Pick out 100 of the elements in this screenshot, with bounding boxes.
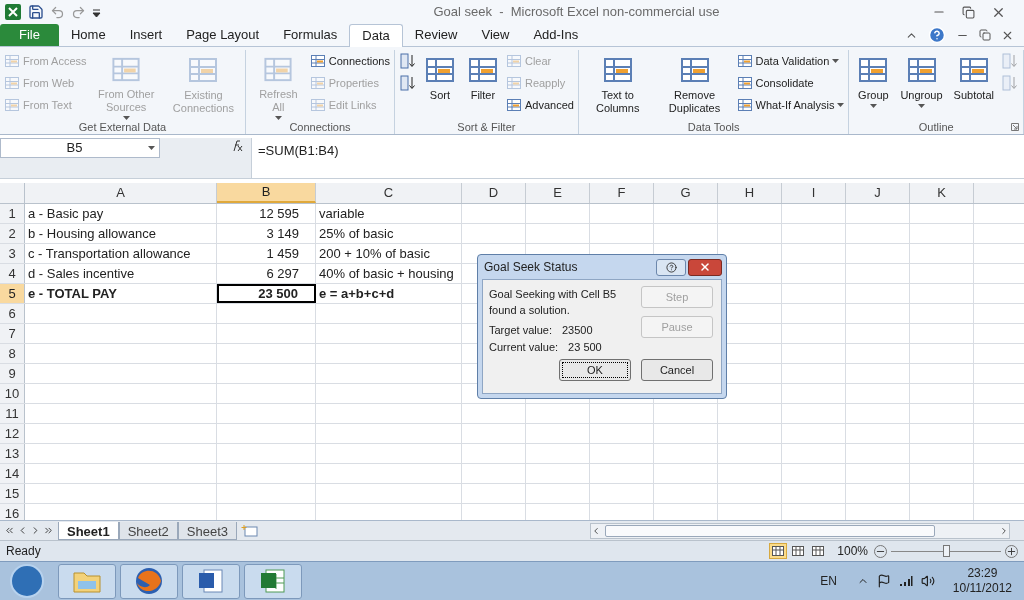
start-button[interactable] bbox=[10, 564, 44, 598]
column-header[interactable]: C bbox=[316, 183, 462, 203]
clock-time[interactable]: 23:29 bbox=[967, 566, 998, 581]
row-header[interactable]: 15 bbox=[0, 484, 25, 503]
taskbar-button[interactable] bbox=[182, 563, 240, 599]
dialog-button[interactable]: Cancel bbox=[641, 359, 713, 381]
ribbon-button[interactable]: Remove Duplicates bbox=[655, 50, 734, 120]
customize-icon[interactable] bbox=[92, 6, 101, 18]
sheet-tab[interactable]: Sheet2 bbox=[118, 521, 178, 540]
ribbon-tab[interactable]: Insert bbox=[117, 24, 175, 46]
table-cell-text: 40% of basic + housing bbox=[319, 264, 454, 283]
row-header[interactable]: 1 bbox=[0, 204, 25, 223]
ribbon-button[interactable]: Data Validation bbox=[736, 50, 845, 72]
signal-icon[interactable] bbox=[898, 575, 913, 587]
restore-icon[interactable] bbox=[962, 5, 975, 19]
ribbon-button[interactable]: Subtotal bbox=[949, 50, 998, 120]
ribbon-button[interactable]: Advanced bbox=[505, 94, 574, 116]
insert-sheet-icon[interactable] bbox=[241, 523, 260, 538]
dialog-message: Goal Seeking with Cell B5 found a solution. bbox=[489, 287, 618, 318]
current-label: Current value: bbox=[489, 339, 559, 355]
ribbon-button[interactable]: Consolidate bbox=[736, 72, 845, 94]
first-sheet-icon[interactable] bbox=[4, 525, 15, 536]
zoom-slider[interactable] bbox=[891, 545, 1001, 557]
ribbon-tab[interactable]: Formulas bbox=[271, 24, 350, 46]
taskbar-button[interactable] bbox=[244, 563, 302, 599]
row-header[interactable]: 14 bbox=[0, 464, 25, 483]
ribbon-button[interactable]: Ungroup bbox=[896, 50, 947, 120]
active-cell-border[interactable]: 23 500 bbox=[217, 284, 316, 303]
ribbon-button[interactable]: Sort bbox=[419, 50, 460, 120]
target-value: 23500 bbox=[562, 323, 593, 338]
taskbar-button[interactable] bbox=[120, 563, 178, 599]
row-header[interactable]: 13 bbox=[0, 444, 25, 463]
language-indicator[interactable]: EN bbox=[820, 572, 837, 590]
horizontal-scrollbar[interactable] bbox=[590, 522, 1010, 539]
row-header[interactable]: 9 bbox=[0, 364, 25, 383]
table-icon bbox=[309, 75, 326, 91]
column-header[interactable]: H bbox=[718, 183, 782, 203]
column-header[interactable]: F bbox=[590, 183, 654, 203]
row-header[interactable]: 12 bbox=[0, 424, 25, 443]
dialog-launcher-icon[interactable] bbox=[1011, 123, 1019, 131]
last-sheet-icon[interactable] bbox=[43, 525, 54, 536]
ribbon-button[interactable]: What-If Analysis bbox=[736, 94, 845, 116]
undo-icon[interactable] bbox=[50, 4, 65, 20]
scroll-right-icon[interactable] bbox=[999, 525, 1009, 536]
sheet-tab[interactable]: Sheet3 bbox=[177, 521, 238, 540]
ribbon-tab[interactable]: Review bbox=[402, 24, 470, 46]
table-cell-text: d - Sales incentive bbox=[28, 264, 135, 283]
row-header[interactable]: 6 bbox=[0, 304, 25, 323]
column-header[interactable]: B bbox=[217, 183, 316, 203]
column-header[interactable]: I bbox=[782, 183, 846, 203]
row-header[interactable]: 10 bbox=[0, 384, 25, 403]
ribbon-tab[interactable]: View bbox=[469, 24, 522, 46]
close-button[interactable] bbox=[688, 258, 722, 276]
ribbon-tab[interactable]: Add-Ins bbox=[521, 24, 591, 46]
column-header[interactable]: E bbox=[526, 183, 590, 203]
table-cell-text: 6 297 bbox=[266, 264, 299, 283]
help-button[interactable] bbox=[656, 258, 686, 276]
file-tab[interactable]: File bbox=[0, 24, 59, 46]
ribbon-button[interactable]: Text to Columns bbox=[582, 50, 653, 120]
scroll-left-icon[interactable] bbox=[591, 525, 601, 536]
row-header[interactable]: 3 bbox=[0, 244, 25, 263]
row-header[interactable]: 11 bbox=[0, 404, 25, 423]
table-cell-text: 12 595 bbox=[259, 204, 299, 223]
column-header[interactable]: D bbox=[462, 183, 526, 203]
sort-icon[interactable] bbox=[398, 72, 417, 94]
formula-field[interactable]: =SUM(B1:B4) bbox=[251, 138, 1024, 178]
row-header[interactable]: 16 bbox=[0, 504, 25, 520]
redo-icon[interactable] bbox=[71, 4, 86, 20]
close-icon bbox=[699, 261, 711, 273]
row-header[interactable]: 7 bbox=[0, 324, 25, 343]
ribbon-button[interactable]: Connections bbox=[309, 50, 390, 72]
save-icon[interactable] bbox=[28, 4, 44, 20]
view-button[interactable] bbox=[769, 543, 788, 559]
zoom-level[interactable]: 100% bbox=[837, 542, 868, 560]
table-icon bbox=[736, 75, 753, 91]
ribbon-button[interactable]: Filter bbox=[462, 50, 503, 120]
table-cell-text: 23 500 bbox=[258, 284, 298, 303]
help-icon[interactable] bbox=[928, 26, 946, 44]
row-header[interactable]: 4 bbox=[0, 264, 25, 283]
spreadsheet-icon bbox=[258, 566, 288, 596]
name-box[interactable]: B5 bbox=[0, 138, 160, 158]
row-header[interactable]: 8 bbox=[0, 344, 25, 363]
sheet-tab[interactable]: Sheet1 bbox=[58, 521, 119, 540]
ribbon-tab[interactable]: Home bbox=[58, 24, 118, 46]
flag-icon[interactable] bbox=[876, 574, 891, 588]
spreadsheet-app-icon[interactable] bbox=[4, 3, 22, 21]
speaker-icon[interactable] bbox=[920, 574, 935, 588]
row-header[interactable]: 5 bbox=[0, 284, 25, 303]
row-header[interactable]: 2 bbox=[0, 224, 25, 243]
ribbon-button[interactable]: Group bbox=[853, 50, 894, 120]
ribbon-tab[interactable]: Data bbox=[349, 24, 403, 47]
clock-date[interactable]: 10/11/2012 bbox=[952, 581, 1012, 596]
column-header[interactable]: G bbox=[654, 183, 718, 203]
sort-icon[interactable] bbox=[398, 50, 417, 72]
slider-thumb[interactable] bbox=[943, 545, 950, 557]
ribbon-tab[interactable]: Page Layout bbox=[174, 24, 272, 46]
dialog-button[interactable]: OK bbox=[559, 359, 631, 381]
column-header[interactable]: J bbox=[846, 183, 910, 203]
restore-icon[interactable] bbox=[979, 29, 991, 41]
column-header[interactable]: K bbox=[910, 183, 974, 203]
